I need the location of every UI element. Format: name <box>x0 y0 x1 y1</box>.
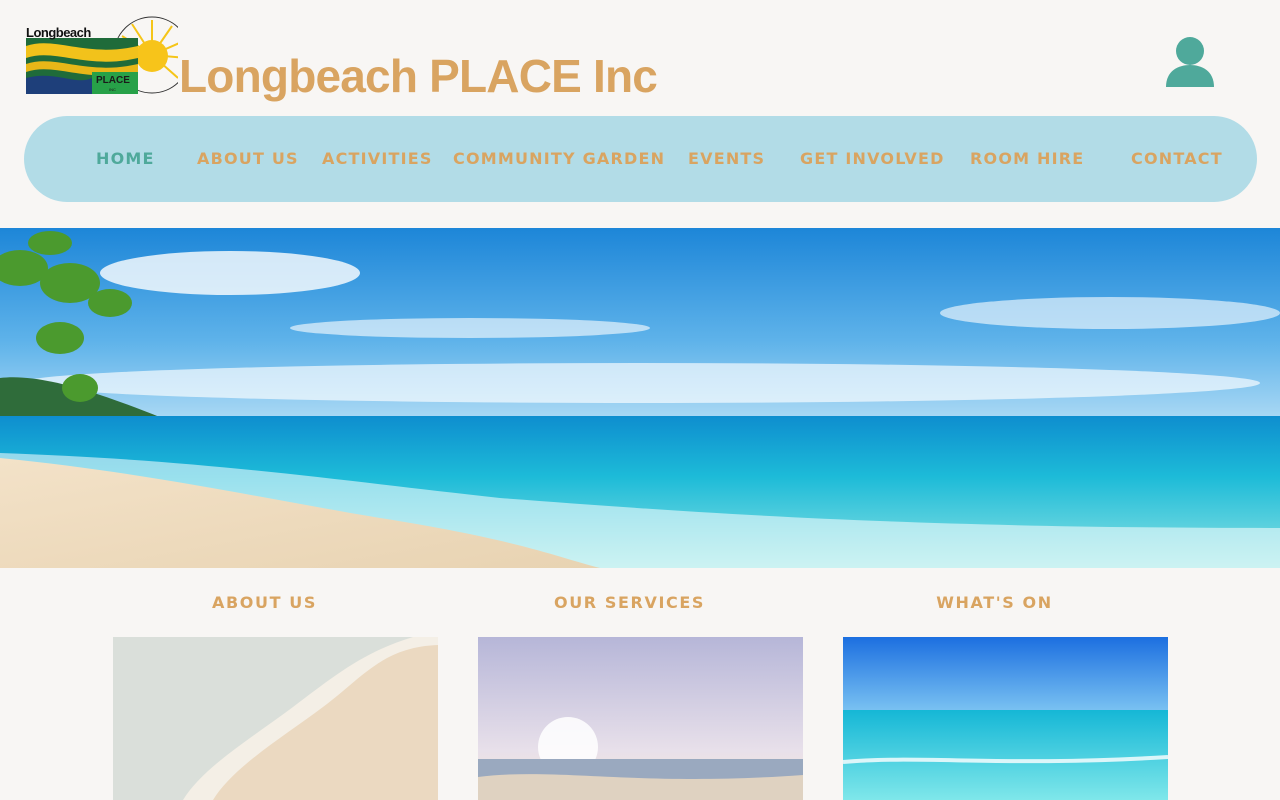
site-logo[interactable]: Longbeach PLACE INC <box>26 16 191 96</box>
nav-room-hire[interactable]: ROOM HIRE <box>970 149 1084 169</box>
nav-community-garden[interactable]: COMMUNITY GARDEN <box>453 149 665 169</box>
nav-get-involved[interactable]: GET INVOLVED <box>800 149 945 169</box>
main-nav: HOME ABOUT US ACTIVITIES COMMUNITY GARDE… <box>24 116 1257 202</box>
nav-events[interactable]: EVENTS <box>688 149 765 169</box>
logo-place-text: PLACE <box>96 75 130 86</box>
site-title[interactable]: Longbeach PLACE Inc <box>179 48 658 104</box>
logo-text: Longbeach <box>26 25 91 40</box>
person-icon <box>1166 37 1214 87</box>
shore-sand-image <box>113 637 438 800</box>
nav-home[interactable]: HOME <box>96 149 155 169</box>
logo-inc-text: INC <box>109 87 116 92</box>
nav-contact[interactable]: CONTACT <box>1131 149 1223 169</box>
beach-scene <box>0 228 1280 568</box>
hero-beach-image <box>0 228 1280 568</box>
section-title-about-us: ABOUT US <box>212 593 317 612</box>
our-services-image[interactable] <box>478 637 803 800</box>
whats-on-image[interactable] <box>843 637 1168 800</box>
section-title-whats-on: WHAT'S ON <box>936 593 1053 612</box>
nav-about-us[interactable]: ABOUT US <box>197 149 299 169</box>
section-title-our-services: OUR SERVICES <box>554 593 705 612</box>
nav-activities[interactable]: ACTIVITIES <box>322 149 433 169</box>
site-header: Longbeach PLACE INC Longbeach PLACE Inc <box>0 0 1280 110</box>
account-button[interactable] <box>1164 35 1216 89</box>
about-us-image[interactable] <box>113 637 438 800</box>
turquoise-sea-image <box>843 637 1168 800</box>
sunset-sea-image <box>478 637 803 800</box>
